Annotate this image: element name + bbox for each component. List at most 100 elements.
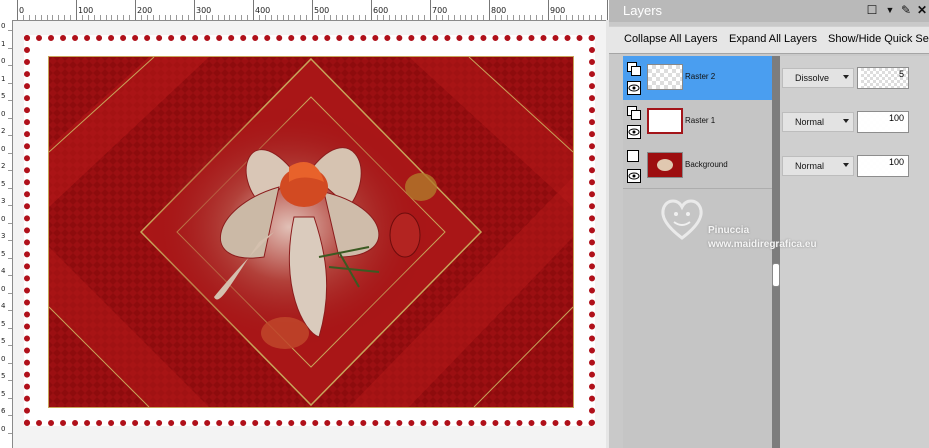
ruler-minor-tick xyxy=(8,170,12,171)
ruler-minor-tick xyxy=(87,15,89,20)
ruler-minor-tick xyxy=(530,15,532,20)
layer-thumbnail xyxy=(647,64,683,90)
close-icon[interactable]: ✕ xyxy=(915,3,929,17)
ruler-tick-label: 0 xyxy=(1,109,6,118)
visibility-eye-icon[interactable] xyxy=(627,125,641,139)
ruler-major-tick xyxy=(253,0,254,20)
visibility-eye-icon[interactable] xyxy=(627,169,641,183)
ruler-minor-tick xyxy=(388,15,390,20)
layer-name[interactable]: Background xyxy=(685,160,728,169)
layer-name[interactable]: Raster 2 xyxy=(685,72,715,81)
layer-row-raster-1[interactable]: Raster 1 xyxy=(623,100,773,145)
collapse-all-layers-button[interactable]: Collapse All Layers xyxy=(624,33,718,45)
ruler-minor-tick xyxy=(347,15,349,20)
layer-properties: Dissolve 5 Normal 100 Normal 100 xyxy=(780,56,929,448)
ruler-major-tick xyxy=(548,0,549,20)
ruler-minor-tick xyxy=(465,15,467,20)
expand-all-layers-button[interactable]: Expand All Layers xyxy=(729,33,817,45)
ruler-tick-label: 0 xyxy=(1,424,6,433)
ruler-minor-tick xyxy=(524,15,526,20)
ruler-tick-label: 800 xyxy=(491,6,507,15)
ruler-minor-tick xyxy=(424,15,426,20)
ruler-minor-tick xyxy=(152,15,154,20)
ruler-minor-tick xyxy=(164,15,166,20)
ruler-major-tick xyxy=(489,0,490,20)
visibility-eye-icon[interactable] xyxy=(627,81,641,95)
ruler-minor-tick xyxy=(294,15,296,20)
ruler-tick-label: 6 xyxy=(1,407,6,415)
pin-icon[interactable]: ✎ xyxy=(899,3,913,17)
ruler-major-tick xyxy=(76,0,77,20)
ruler-tick-label: 0 xyxy=(19,6,25,15)
ruler-minor-tick xyxy=(111,15,113,20)
ruler-minor-tick xyxy=(494,15,496,20)
layer-name[interactable]: Raster 1 xyxy=(685,116,715,125)
ruler-minor-tick xyxy=(223,15,225,20)
ruler-major-tick xyxy=(17,0,18,20)
ruler-minor-tick xyxy=(40,15,42,20)
ruler-minor-tick xyxy=(129,15,131,20)
ruler-minor-tick xyxy=(477,15,479,20)
ruler-tick-label: 3 xyxy=(1,232,6,240)
splitter-handle[interactable] xyxy=(772,263,780,287)
ruler-minor-tick xyxy=(441,15,443,20)
ruler-minor-tick xyxy=(306,15,308,20)
ruler-minor-tick xyxy=(583,15,585,20)
ruler-minor-tick xyxy=(229,15,231,20)
raster-layer-icon[interactable] xyxy=(627,150,641,164)
show-hide-quick-settings-button[interactable]: Show/Hide Quick Se xyxy=(828,33,929,45)
ruler-tick-label: 2 xyxy=(1,162,6,170)
ruler-minor-tick xyxy=(58,15,60,20)
ruler-minor-tick xyxy=(483,15,485,20)
opacity-slider[interactable]: 5 xyxy=(857,67,909,89)
layer-group-icon[interactable] xyxy=(627,106,641,120)
layer-props-row: Normal 100 xyxy=(780,100,929,144)
ruler-minor-tick xyxy=(8,187,12,189)
chevron-down-icon[interactable]: ▼ xyxy=(883,3,897,17)
ruler-tick-label: 700 xyxy=(432,6,448,15)
ruler-tick-label: 4 xyxy=(1,267,6,275)
christmas-bow-artwork xyxy=(49,57,573,407)
ruler-major-tick xyxy=(371,0,372,20)
blend-mode-select[interactable]: Normal xyxy=(782,112,854,132)
opacity-slider[interactable]: 100 xyxy=(857,155,909,177)
ruler-minor-tick xyxy=(146,15,148,20)
canvas-area[interactable]: 01002003004005006007008009001000 0101502… xyxy=(0,0,629,448)
layer-row-raster-2[interactable]: Raster 2 xyxy=(623,56,773,101)
ruler-minor-tick xyxy=(8,292,12,294)
ruler-minor-tick xyxy=(176,15,178,20)
layer-props-row: Dissolve 5 xyxy=(780,56,929,100)
opacity-value: 100 xyxy=(888,157,904,167)
ruler-minor-tick xyxy=(8,380,12,381)
blend-mode-select[interactable]: Dissolve xyxy=(782,68,854,88)
ruler-minor-tick xyxy=(8,65,12,66)
ruler-minor-tick xyxy=(577,15,579,20)
ruler-tick-label: 2 xyxy=(1,127,6,135)
ruler-minor-tick xyxy=(418,15,420,20)
ruler-minor-tick xyxy=(8,432,12,434)
layer-row-background[interactable]: Background xyxy=(623,144,773,189)
ruler-tick-label: 0 xyxy=(1,22,6,30)
dropdown-arrow-icon xyxy=(843,75,849,79)
restore-icon[interactable]: ☐ xyxy=(865,3,879,17)
ruler-minor-tick xyxy=(34,15,36,20)
ruler-minor-tick xyxy=(536,15,538,20)
ruler-minor-tick xyxy=(8,117,12,119)
ruler-minor-tick xyxy=(288,15,290,20)
ruler-minor-tick xyxy=(8,397,12,399)
artwork-image xyxy=(48,56,574,408)
ruler-minor-tick xyxy=(542,15,544,20)
layer-thumbnail xyxy=(647,152,683,178)
opacity-slider[interactable]: 100 xyxy=(857,111,909,133)
blend-mode-select[interactable]: Normal xyxy=(782,156,854,176)
ruler-minor-tick xyxy=(22,15,24,20)
ruler-minor-tick xyxy=(264,15,266,20)
vertical-ruler: 0 1 0 1 5 0 2 0 2 5 3 0 3 5 4 0 4 5 5 0 5 5 6 0 xyxy=(0,20,13,448)
ruler-minor-tick xyxy=(341,15,343,20)
ruler-minor-tick xyxy=(412,15,414,20)
layer-group-icon[interactable] xyxy=(627,62,641,76)
ruler-tick-label: 3 xyxy=(1,197,6,205)
palette-splitter[interactable] xyxy=(772,56,780,448)
ruler-minor-tick xyxy=(382,15,384,20)
ruler-tick-label: 5 xyxy=(1,92,6,100)
